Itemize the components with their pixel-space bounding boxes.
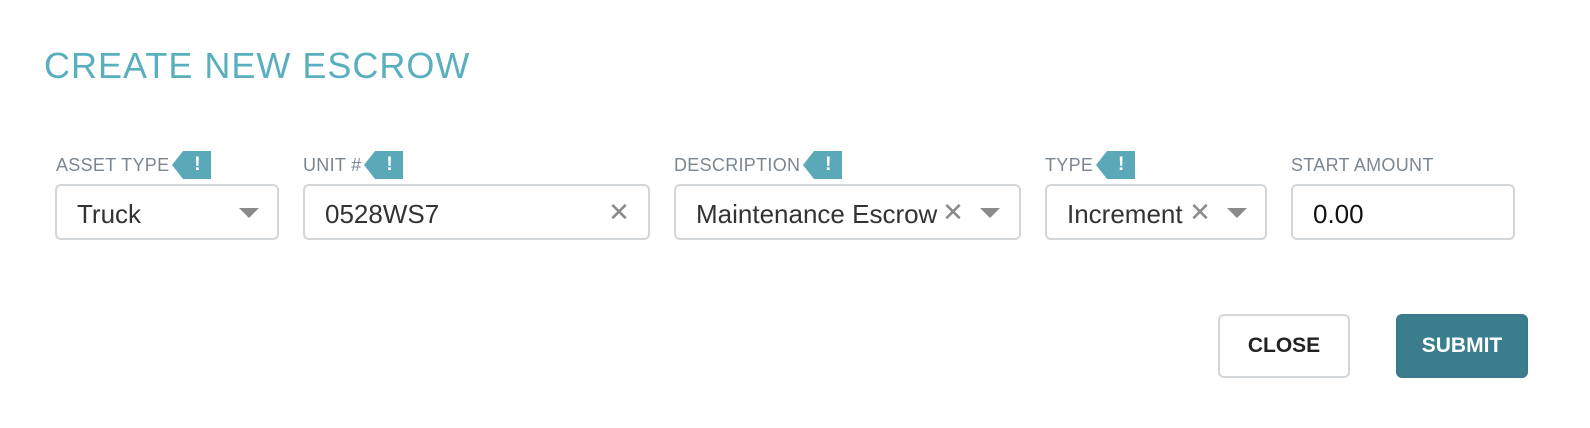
chevron-down-icon[interactable] — [239, 208, 259, 218]
unit-value: 0528WS7 — [325, 199, 440, 229]
asset-type-value: Truck — [77, 199, 142, 229]
create-escrow-dialog: CREATE NEW ESCROW ASSET TYPE ! Truck UNI… — [0, 0, 1590, 428]
description-label: DESCRIPTION — [674, 155, 801, 175]
clear-close-icon[interactable]: ✕ — [606, 196, 632, 228]
asset-type-label-row: ASSET TYPE ! — [56, 150, 212, 180]
start-amount-label: START AMOUNT — [1291, 155, 1434, 175]
description-select[interactable]: Maintenance Escrow ✕ — [674, 184, 1021, 240]
asset-type-label: ASSET TYPE — [56, 155, 170, 175]
required-exclamation-icon: ! — [1096, 151, 1136, 179]
start-amount-field: START AMOUNT — [1291, 150, 1434, 180]
start-amount-label-row: START AMOUNT — [1291, 150, 1434, 180]
required-exclamation-icon: ! — [803, 151, 843, 179]
asset-type-select[interactable]: Truck — [55, 184, 279, 240]
unit-input[interactable]: 0528WS7 ✕ — [303, 184, 650, 240]
dialog-title: CREATE NEW ESCROW — [44, 45, 471, 86]
description-field: DESCRIPTION ! — [674, 150, 843, 180]
start-amount-input[interactable]: 0.00 — [1291, 184, 1515, 240]
clear-close-icon[interactable]: ✕ — [1187, 196, 1213, 228]
type-label: TYPE — [1045, 155, 1094, 175]
unit-label-row: UNIT # ! — [303, 150, 404, 180]
unit-field: UNIT # ! — [303, 150, 404, 180]
required-exclamation-icon: ! — [364, 151, 404, 179]
description-value: Maintenance Escrow — [696, 199, 938, 229]
close-button[interactable]: CLOSE — [1218, 314, 1350, 378]
required-exclamation-icon: ! — [172, 151, 212, 179]
type-select[interactable]: Increment ✕ — [1045, 184, 1267, 240]
chevron-down-icon[interactable] — [980, 208, 1000, 218]
description-label-row: DESCRIPTION ! — [674, 150, 843, 180]
asset-type-field: ASSET TYPE ! — [56, 150, 212, 180]
type-value: Increment — [1067, 199, 1183, 229]
type-label-row: TYPE ! — [1045, 150, 1136, 180]
unit-label: UNIT # — [303, 155, 362, 175]
clear-close-icon[interactable]: ✕ — [940, 196, 966, 228]
start-amount-value: 0.00 — [1313, 199, 1364, 229]
type-field: TYPE ! — [1045, 150, 1136, 180]
chevron-down-icon[interactable] — [1227, 208, 1247, 218]
submit-button[interactable]: SUBMIT — [1396, 314, 1528, 378]
